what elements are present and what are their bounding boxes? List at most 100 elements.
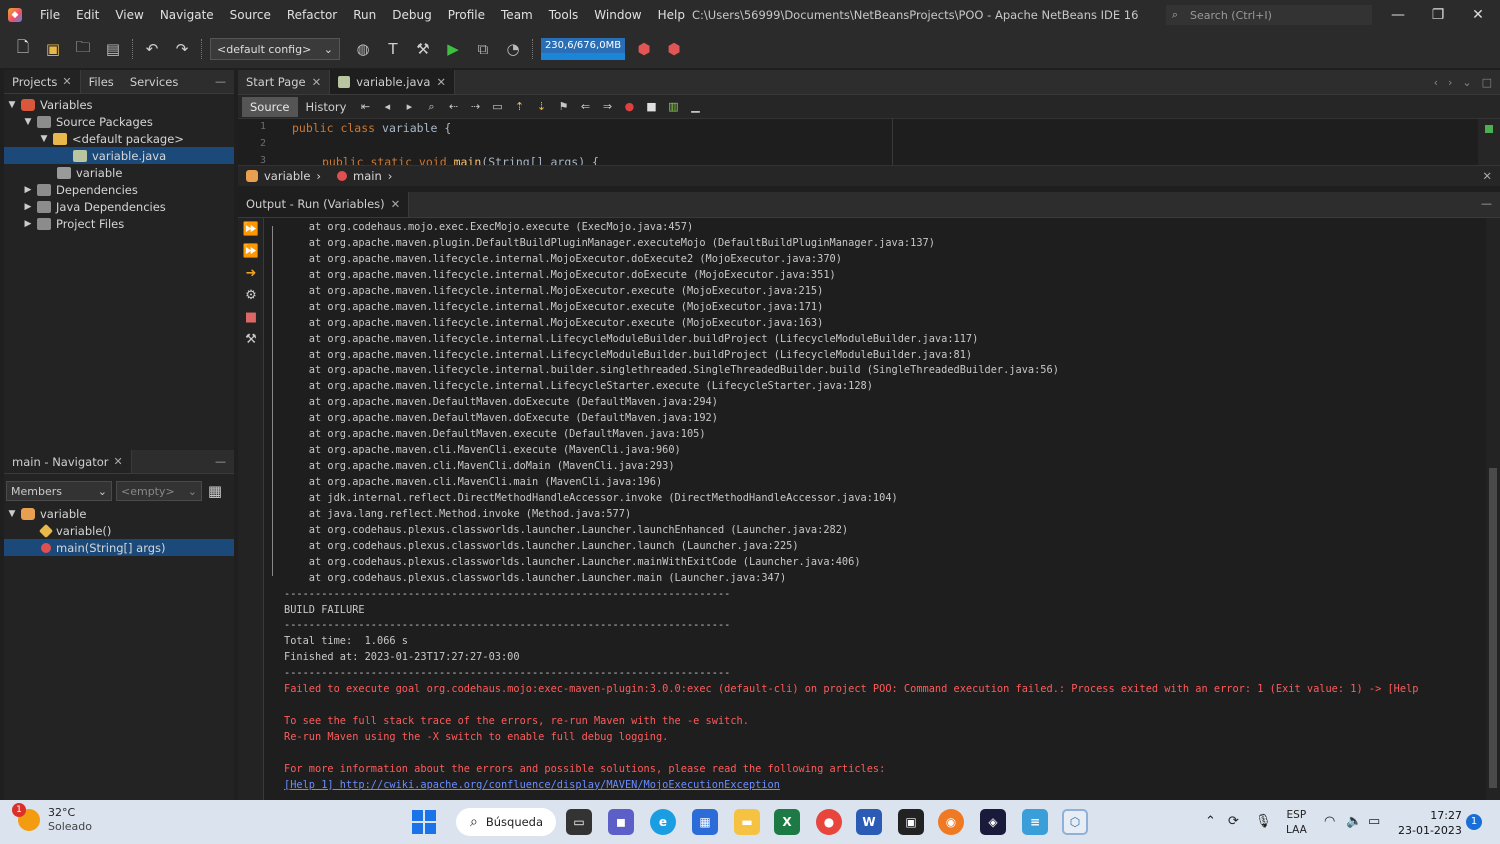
chevron-down-icon[interactable]: ▼ bbox=[6, 100, 18, 110]
menu-debug[interactable]: Debug bbox=[384, 0, 439, 30]
file-explorer-icon[interactable]: ▬ bbox=[734, 809, 760, 835]
battery-icon[interactable]: ▭ bbox=[1368, 814, 1380, 829]
comment-icon[interactable]: ▥ bbox=[665, 100, 681, 114]
next-bookmark-icon[interactable]: ⇣ bbox=[533, 100, 549, 114]
gc-icon[interactable]: ⬢ bbox=[633, 38, 655, 60]
members-select[interactable]: Members ⌄ bbox=[6, 481, 112, 501]
wifi-icon[interactable]: ◠ bbox=[1324, 814, 1335, 829]
menu-refactor[interactable]: Refactor bbox=[279, 0, 345, 30]
tree-node-project-files[interactable]: ▶ Project Files bbox=[4, 215, 234, 232]
search-input[interactable]: ⌕ Search (Ctrl+I) bbox=[1166, 5, 1372, 25]
menu-navigate[interactable]: Navigate bbox=[152, 0, 222, 30]
breadcrumb-main[interactable]: main bbox=[353, 169, 382, 183]
task-view-icon[interactable]: ▭ bbox=[566, 809, 592, 835]
tree-node-source-packages[interactable]: ▼ Source Packages bbox=[4, 113, 234, 130]
resume-arrow-icon[interactable]: ➜ bbox=[238, 262, 264, 284]
breadcrumb-variable[interactable]: variable bbox=[264, 169, 310, 183]
minimize-panel-icon[interactable]: — bbox=[215, 70, 234, 93]
notification-badge[interactable]: 1 bbox=[1466, 814, 1482, 830]
chevron-up-icon[interactable]: ⌃ bbox=[1205, 814, 1216, 829]
close-icon[interactable]: ✕ bbox=[1482, 169, 1500, 183]
close-icon[interactable]: ✕ bbox=[113, 450, 122, 474]
tree-node-dependencies[interactable]: ▶ Dependencies bbox=[4, 181, 234, 198]
menu-file[interactable]: File bbox=[32, 0, 68, 30]
tools-icon[interactable]: ⚒ bbox=[238, 328, 264, 350]
stop-macro-icon[interactable]: ■ bbox=[643, 100, 659, 114]
close-icon[interactable]: ✕ bbox=[391, 192, 401, 217]
netbeans-taskbar-icon[interactable]: ⬡ bbox=[1062, 809, 1088, 835]
memory-indicator[interactable]: 230,6/676,0MB bbox=[541, 38, 625, 60]
notepad-icon[interactable]: ≡ bbox=[1022, 809, 1048, 835]
close-icon[interactable]: ✕ bbox=[62, 70, 71, 94]
chevron-right-icon[interactable]: ▶ bbox=[22, 219, 34, 229]
menu-help[interactable]: Help bbox=[650, 0, 693, 30]
firefox-icon[interactable]: ◉ bbox=[938, 809, 964, 835]
code-editor[interactable]: 1 2 3 public class variable { public sta… bbox=[238, 119, 1500, 165]
find-next-icon[interactable]: ⇢ bbox=[467, 100, 483, 114]
chevron-down-icon[interactable]: ▼ bbox=[22, 117, 34, 127]
tab-output-run[interactable]: Output - Run (Variables) ✕ bbox=[238, 192, 410, 217]
chevron-down-icon[interactable]: ▼ bbox=[38, 134, 50, 144]
chevron-right-icon[interactable]: ▶ bbox=[22, 185, 34, 195]
tab-files[interactable]: Files bbox=[81, 70, 122, 93]
new-project-icon[interactable]: ▣ bbox=[42, 38, 64, 60]
find-prev-icon[interactable]: ⇠ bbox=[445, 100, 461, 114]
globe-icon[interactable]: ◍ bbox=[352, 38, 374, 60]
close-icon[interactable]: ✕ bbox=[436, 70, 446, 95]
menu-edit[interactable]: Edit bbox=[68, 0, 107, 30]
settings-icon[interactable]: ⚙ bbox=[238, 284, 264, 306]
menu-team[interactable]: Team bbox=[493, 0, 541, 30]
tab-start-page[interactable]: Start Page ✕ bbox=[238, 70, 331, 95]
language-indicator[interactable]: ESP LAA bbox=[1286, 808, 1307, 838]
find-icon[interactable]: ⌕ bbox=[423, 100, 439, 114]
tree-node-default-package[interactable]: ▼ <default package> bbox=[4, 130, 234, 147]
profile-ide-icon[interactable]: ⬢ bbox=[663, 38, 685, 60]
close-icon[interactable]: ✕ bbox=[312, 70, 322, 95]
teams-chat-icon[interactable]: ◼ bbox=[608, 809, 634, 835]
rerun-icon[interactable]: ⏩ bbox=[238, 218, 264, 240]
volume-icon[interactable]: 🔈 bbox=[1346, 814, 1362, 829]
profile-icon[interactable]: ◔ bbox=[502, 38, 524, 60]
shift-left-icon[interactable]: ⇐ bbox=[577, 100, 593, 114]
scrollbar-thumb[interactable] bbox=[1489, 468, 1497, 788]
menu-view[interactable]: View bbox=[107, 0, 151, 30]
sync-icon[interactable]: ⟳ bbox=[1228, 814, 1239, 829]
debug-icon[interactable]: ⧉ bbox=[472, 38, 494, 60]
tree-node-java-dependencies[interactable]: ▶ Java Dependencies bbox=[4, 198, 234, 215]
menu-source[interactable]: Source bbox=[222, 0, 279, 30]
terminal-icon[interactable]: ▣ bbox=[898, 809, 924, 835]
taskbar-search[interactable]: ⌕ Búsqueda bbox=[456, 808, 556, 836]
nav-node-variable[interactable]: ▼ variable bbox=[4, 505, 234, 522]
navigator-options-icon[interactable]: ▦ bbox=[206, 480, 224, 502]
nav-node-constructor[interactable]: variable() bbox=[4, 522, 234, 539]
chevron-left-icon[interactable]: ‹ bbox=[1434, 76, 1438, 89]
chevron-down-icon[interactable]: ▼ bbox=[6, 509, 18, 519]
build-hammer-icon[interactable]: T bbox=[382, 38, 404, 60]
output-text[interactable]: at org.codehaus.mojo.exec.ExecMojo.execu… bbox=[264, 218, 1486, 800]
tree-node-variables[interactable]: ▼ Variables bbox=[4, 96, 234, 113]
minimize-panel-icon[interactable]: — bbox=[1481, 192, 1500, 217]
chevron-down-icon[interactable]: ⌄ bbox=[1462, 76, 1471, 89]
microphone-icon[interactable]: 🎙 bbox=[1255, 814, 1272, 829]
minimize-button[interactable]: — bbox=[1378, 0, 1418, 30]
save-all-icon[interactable]: ▤ bbox=[102, 38, 124, 60]
chrome-icon[interactable]: ● bbox=[816, 809, 842, 835]
chevron-right-icon[interactable]: ▶ bbox=[22, 202, 34, 212]
maximize-icon[interactable]: □ bbox=[1482, 76, 1492, 89]
toggle-highlight-icon[interactable]: ▭ bbox=[489, 100, 505, 114]
undo-icon[interactable]: ↶ bbox=[141, 38, 163, 60]
tree-node-variable[interactable]: variable bbox=[4, 164, 234, 181]
output-scrollbar[interactable] bbox=[1486, 218, 1500, 800]
word-icon[interactable]: W bbox=[856, 809, 882, 835]
run-icon[interactable]: ▶ bbox=[442, 38, 464, 60]
last-edit-icon[interactable]: ⇤ bbox=[357, 100, 373, 114]
empty-select[interactable]: <empty> ⌄ bbox=[116, 481, 202, 501]
toggle-bookmark-icon[interactable]: ⚑ bbox=[555, 100, 571, 114]
tree-node-variable-java[interactable]: variable.java bbox=[4, 147, 234, 164]
chevron-right-icon[interactable]: › bbox=[1448, 76, 1452, 89]
open-project-icon[interactable]: 🗀 bbox=[72, 38, 94, 60]
tab-navigator[interactable]: main - Navigator ✕ bbox=[4, 450, 132, 473]
help-link[interactable]: [Help 1] http://cwiki.apache.org/conflue… bbox=[284, 778, 1486, 794]
error-stripe[interactable] bbox=[1478, 119, 1500, 165]
menu-tools[interactable]: Tools bbox=[541, 0, 587, 30]
